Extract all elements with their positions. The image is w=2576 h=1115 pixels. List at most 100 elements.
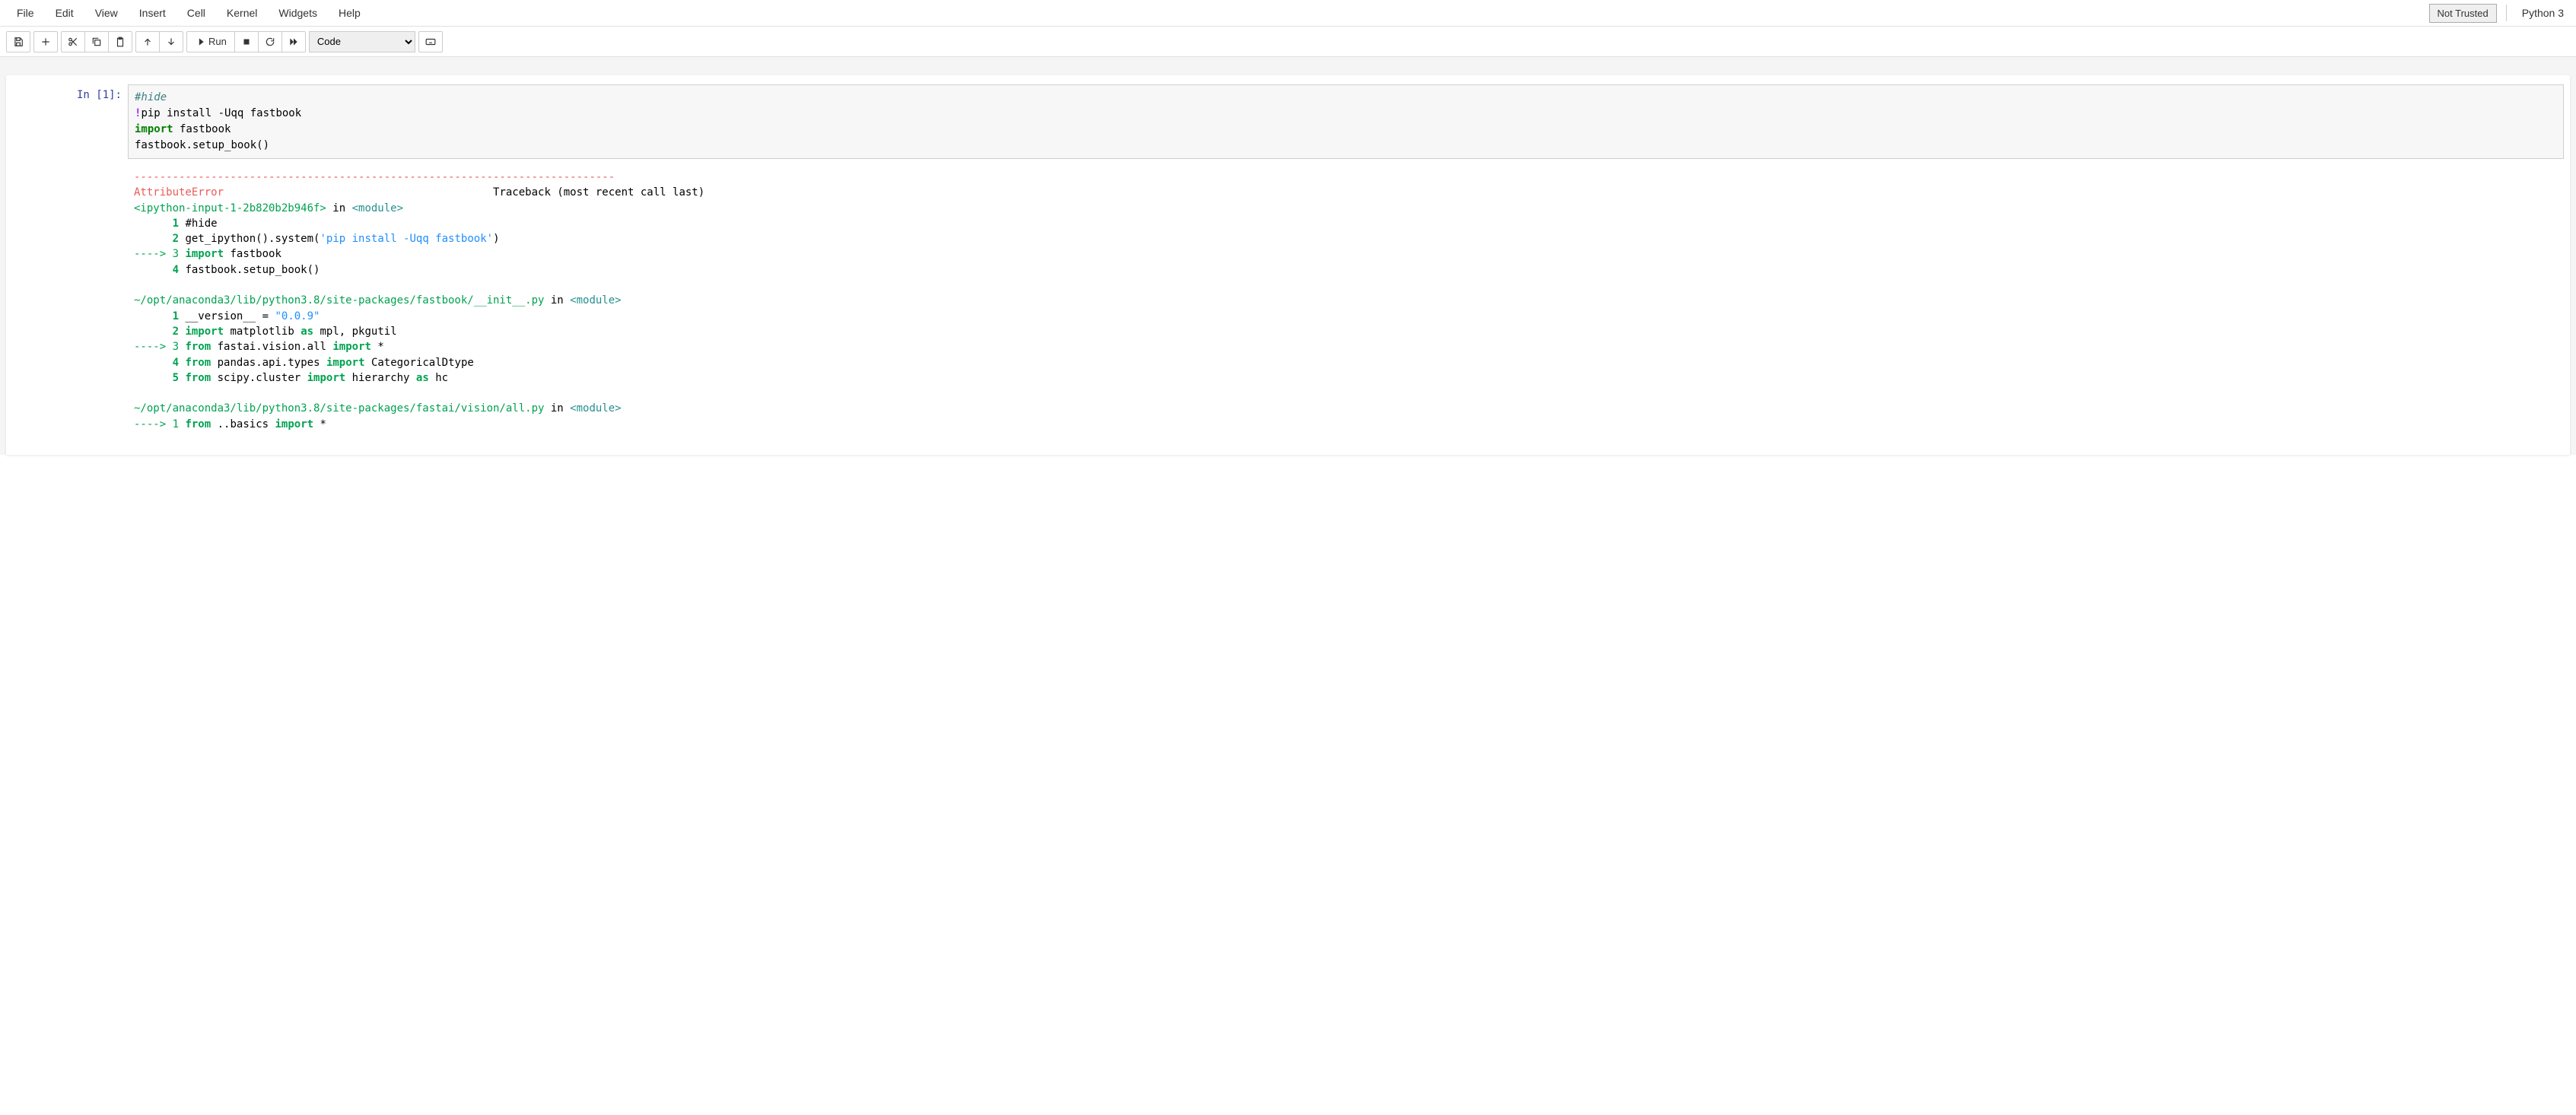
f2-l1b: = xyxy=(262,310,269,322)
code-setup-c: setup_book xyxy=(192,139,256,151)
save-icon xyxy=(13,37,24,47)
f2-l2e: , xyxy=(339,326,345,338)
f1-l2a: get_ipython xyxy=(179,233,256,245)
interrupt-button[interactable] xyxy=(234,31,259,52)
f2-l5g: as xyxy=(416,372,429,384)
menu-bar: File Edit View Insert Cell Kernel Widget… xyxy=(0,0,2576,27)
copy-icon xyxy=(91,37,102,47)
f2-l2c: as xyxy=(301,326,313,338)
f2-l3b: fastai xyxy=(211,341,256,353)
code-import-kw: import xyxy=(135,123,173,135)
f2-l5f: hierarchy xyxy=(345,372,416,384)
kernel-name[interactable]: Python 3 xyxy=(2516,4,2570,22)
f2-l2b: matplotlib xyxy=(224,326,301,338)
f2-l4d: api xyxy=(262,357,281,369)
paste-button[interactable] xyxy=(108,31,132,52)
f3-l1c: . xyxy=(218,418,224,430)
code-import-mod: fastbook xyxy=(173,123,231,135)
command-palette-button[interactable] xyxy=(418,31,443,52)
arrow-down-icon xyxy=(166,37,177,47)
frame2-loc: ~/opt/anaconda3/lib/python3.8/site-packa… xyxy=(134,294,544,307)
keyboard-icon xyxy=(425,37,436,47)
f2-l2f: pkgutil xyxy=(345,326,396,338)
f1-l3a: import xyxy=(179,248,224,260)
f2-l5-pre: 5 xyxy=(134,372,179,384)
f1-l2g: ) xyxy=(493,233,499,245)
f1-l4-pre: 4 xyxy=(134,264,179,276)
cell-type-select[interactable]: Code xyxy=(309,31,415,52)
f2-l1a: __version__ xyxy=(179,310,262,322)
f3-l1f: import xyxy=(275,418,314,430)
move-down-button[interactable] xyxy=(159,31,183,52)
f2-l2a: import xyxy=(179,326,224,338)
kernel-separator xyxy=(2506,5,2507,21)
f2-l3f: all xyxy=(307,341,333,353)
f2-l3g: import xyxy=(332,341,371,353)
f2-l4c: . xyxy=(256,357,262,369)
cell-input-1: In [1]: #hide !pip install -Uqq fastbook… xyxy=(6,81,2570,162)
header-right: Not Trusted Python 3 xyxy=(2429,4,2570,23)
f2-l5d: cluster xyxy=(256,372,307,384)
f1-l3b: fastbook xyxy=(224,248,281,260)
restart-run-all-button[interactable] xyxy=(281,31,306,52)
move-up-button[interactable] xyxy=(135,31,160,52)
dashline: ----------------------------------------… xyxy=(134,171,615,183)
run-button[interactable]: Run xyxy=(186,31,235,52)
f2-l3c: . xyxy=(256,341,262,353)
f1-l2d: system xyxy=(275,233,313,245)
menu-cell[interactable]: Cell xyxy=(177,2,216,24)
paste-icon xyxy=(115,37,126,47)
cut-button[interactable] xyxy=(61,31,85,52)
menu-widgets[interactable]: Widgets xyxy=(268,2,328,24)
f2-l1d: "0.0.9" xyxy=(275,310,320,322)
f1-l3-arrow: ----> 3 xyxy=(134,248,179,260)
f3-l1h: * xyxy=(320,418,326,430)
menu-file[interactable]: File xyxy=(6,2,45,24)
copy-button[interactable] xyxy=(84,31,109,52)
menu-view[interactable]: View xyxy=(84,2,129,24)
f2-l5c: . xyxy=(250,372,256,384)
plus-icon xyxy=(40,37,51,47)
f2-l4f: types xyxy=(288,357,326,369)
menu-kernel[interactable]: Kernel xyxy=(216,2,268,24)
frame1-scope: <module> xyxy=(352,202,403,214)
f2-l3d: vision xyxy=(262,341,301,353)
f2-l5b: scipy xyxy=(211,372,250,384)
f1-l4d: () xyxy=(307,264,320,276)
scissors-icon xyxy=(68,37,78,47)
code-setup-a: fastbook xyxy=(135,139,186,151)
restart-button[interactable] xyxy=(258,31,282,52)
frame3-loc: ~/opt/anaconda3/lib/python3.8/site-packa… xyxy=(134,402,544,415)
f2-l5a: from xyxy=(179,372,211,384)
code-setup-d: () xyxy=(256,139,269,151)
f1-l4c: setup_book xyxy=(243,264,307,276)
frame3-in: in xyxy=(544,402,570,415)
f2-l5h: hc xyxy=(429,372,448,384)
save-button[interactable] xyxy=(6,31,30,52)
f2-l3e: . xyxy=(301,341,307,353)
add-cell-button[interactable] xyxy=(33,31,58,52)
f1-l1: #hide xyxy=(185,218,217,230)
move-group xyxy=(135,31,183,52)
f2-l2d: mpl xyxy=(313,326,339,338)
code-input-area[interactable]: #hide !pip install -Uqq fastbook import … xyxy=(128,84,2564,159)
run-icon xyxy=(195,37,205,47)
frame1-in: in xyxy=(326,202,352,214)
code-setup-b: . xyxy=(186,139,192,151)
f2-l4h: CategoricalDtype xyxy=(365,357,474,369)
input-prompt: In [1]: xyxy=(37,84,128,159)
f2-l2-pre: 2 xyxy=(134,326,179,338)
f2-l3a: from xyxy=(179,341,211,353)
run-label: Run xyxy=(208,36,227,47)
toolbar: Run Code xyxy=(0,27,2576,57)
frame3-scope: <module> xyxy=(570,402,621,415)
menu-insert[interactable]: Insert xyxy=(129,2,177,24)
f2-l3-arrow: ----> 3 xyxy=(134,341,179,353)
edit-group xyxy=(61,31,132,52)
f1-l4a: fastbook xyxy=(179,264,237,276)
menu-edit[interactable]: Edit xyxy=(45,2,84,24)
not-trusted-button[interactable]: Not Trusted xyxy=(2429,4,2497,23)
f2-l5e: import xyxy=(307,372,346,384)
run-group: Run xyxy=(186,31,306,52)
menu-help[interactable]: Help xyxy=(328,2,371,24)
